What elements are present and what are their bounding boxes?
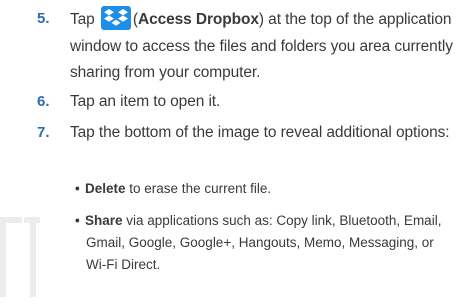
access-dropbox-label: Access Dropbox [137, 11, 259, 28]
bullet-share: • Share via applications such as: Copy li… [75, 210, 470, 276]
bullet-continuation: Gmail, Google, Google+, Hangouts, Memo, … [86, 235, 434, 250]
step-number: 7. [37, 124, 50, 141]
background-watermark [0, 217, 40, 297]
step-text: Tap the bottom of the image to reveal ad… [70, 124, 450, 141]
step-text: Tap (Access Dropbox) at the top of the a… [70, 6, 466, 87]
bullet-dot: • [75, 213, 80, 228]
step-number: 6. [37, 93, 50, 110]
manual-page: 5. Tap (Access Dropbox) at the top of th… [0, 0, 472, 304]
dropbox-icon [100, 6, 131, 30]
share-label: Share [85, 213, 123, 228]
step-text: Tap an item to open it. [70, 93, 221, 110]
delete-label: Delete [85, 181, 126, 196]
bullet-continuation: Wi-Fi Direct. [86, 257, 161, 272]
bullet-delete: • Delete to erase the current file. [75, 178, 470, 200]
bullet-dot: • [75, 181, 80, 196]
step-number: 5. [37, 10, 50, 27]
